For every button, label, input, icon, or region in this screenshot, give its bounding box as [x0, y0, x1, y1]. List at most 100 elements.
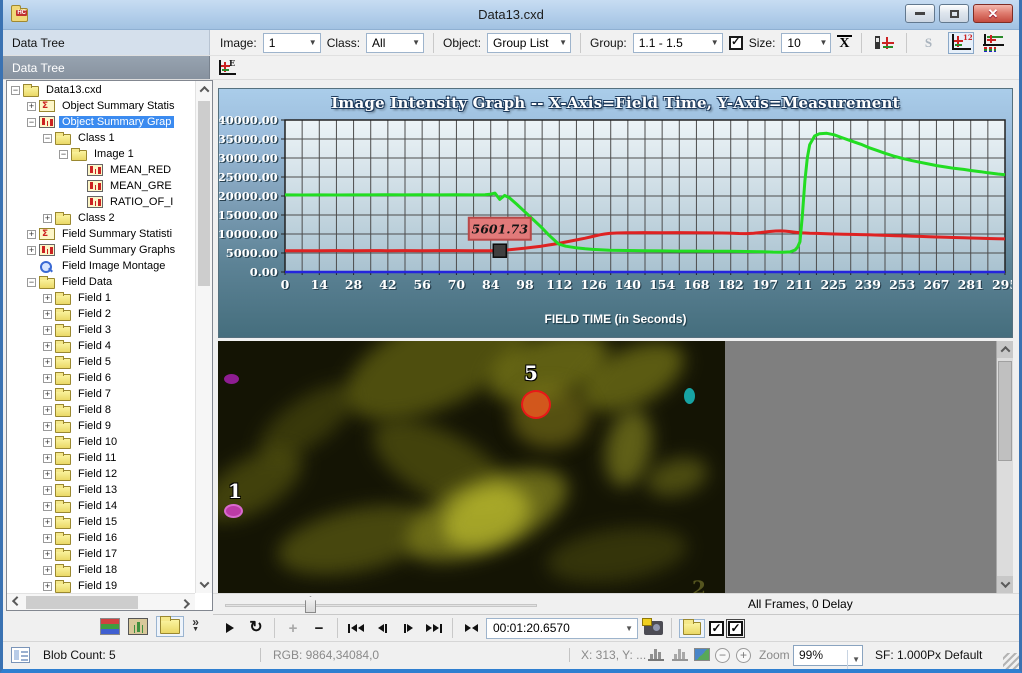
image-icon[interactable] [694, 648, 710, 661]
scroll-down-button[interactable] [997, 576, 1014, 593]
tree-item[interactable]: +Field 19 [7, 578, 195, 593]
tree-item[interactable]: −Image 1 [7, 146, 195, 162]
panel-layout-icon[interactable] [11, 647, 30, 663]
collapse-icon[interactable]: − [11, 86, 20, 95]
tree-item[interactable]: +Field 8 [7, 402, 195, 418]
overlay-checkbox[interactable]: ✓ [709, 621, 724, 636]
scrollbar-thumb[interactable] [998, 361, 1012, 461]
rgb-channels-button[interactable] [100, 618, 120, 635]
expand-icon[interactable]: + [43, 518, 52, 527]
tree-item[interactable]: +Field 5 [7, 354, 195, 370]
tree-item[interactable]: +Field 4 [7, 338, 195, 354]
expand-icon[interactable]: + [43, 406, 52, 415]
collapse-icon[interactable]: − [27, 278, 36, 287]
expand-icon[interactable]: + [43, 294, 52, 303]
scroll-down-button[interactable] [196, 576, 213, 593]
collapse-icon[interactable]: − [59, 150, 68, 159]
tree-item[interactable]: +Object Summary Statis [7, 98, 195, 114]
tree-item[interactable]: +Field 12 [7, 466, 195, 482]
image-vertical-scrollbar[interactable] [996, 341, 1013, 593]
restore-button[interactable] [939, 4, 969, 23]
capture-movie-button[interactable] [642, 617, 664, 639]
class-select[interactable]: All▼ [366, 33, 424, 53]
loop-button[interactable]: ↻ [245, 617, 267, 639]
tree-item[interactable]: +Field 17 [7, 546, 195, 562]
expand-icon[interactable]: + [43, 486, 52, 495]
collapse-icon[interactable]: − [27, 118, 36, 127]
size-checkbox[interactable]: ✓ [729, 36, 743, 50]
play-button[interactable] [219, 617, 241, 639]
size-select[interactable]: 10▼ [781, 33, 831, 53]
expand-icon[interactable]: + [43, 438, 52, 447]
tree-item[interactable]: +Field 15 [7, 514, 195, 530]
expand-icon[interactable]: + [43, 374, 52, 383]
tree-item[interactable]: +Class 2 [7, 210, 195, 226]
image-select[interactable]: 1▼ [263, 33, 321, 53]
tree-item[interactable]: Field Image Montage [7, 258, 195, 274]
blob-marker[interactable] [224, 504, 243, 518]
expand-icon[interactable]: + [27, 230, 36, 239]
expand-icon[interactable]: + [43, 326, 52, 335]
expand-icon[interactable]: + [43, 214, 52, 223]
tree-item[interactable]: +Field 2 [7, 306, 195, 322]
expand-icon[interactable]: + [43, 358, 52, 367]
tree-item[interactable]: +Field 14 [7, 498, 195, 514]
scroll-left-button[interactable] [7, 594, 24, 611]
folder-view-button[interactable] [156, 616, 184, 637]
minimize-button[interactable] [905, 4, 935, 23]
tree-item[interactable]: +Field 1 [7, 290, 195, 306]
blob-marker[interactable] [224, 374, 239, 384]
tree-horizontal-scrollbar[interactable] [7, 593, 195, 610]
close-button[interactable]: ✕ [973, 4, 1013, 23]
tree-item[interactable]: +Field 3 [7, 322, 195, 338]
tree-item[interactable]: MEAN_GRE [7, 178, 195, 194]
expand-icon[interactable]: + [27, 246, 36, 255]
expand-icon[interactable]: + [43, 470, 52, 479]
object-select[interactable]: Group List▼ [487, 33, 571, 53]
previous-frame-button[interactable] [371, 617, 393, 639]
mean-statistic-button[interactable]: X [837, 35, 851, 51]
tree-item[interactable]: +Field 16 [7, 530, 195, 546]
tree-item[interactable]: RATIO_OF_I [7, 194, 195, 210]
tree-item[interactable]: +Field 9 [7, 418, 195, 434]
statistics-button-disabled[interactable]: S [916, 32, 942, 54]
collapse-icon[interactable]: − [43, 134, 52, 143]
expand-icon[interactable]: + [43, 390, 52, 399]
multi-line-graph-button[interactable] [980, 32, 1006, 54]
graph-export-button[interactable]: E [214, 57, 240, 79]
tree-item[interactable]: +Field 7 [7, 386, 195, 402]
tree-item[interactable]: +Field 18 [7, 562, 195, 578]
expand-icon[interactable]: + [43, 566, 52, 575]
expand-icon[interactable]: + [43, 534, 52, 543]
expand-icon[interactable]: + [43, 310, 52, 319]
tree-item[interactable]: +Field 13 [7, 482, 195, 498]
next-frame-button[interactable] [397, 617, 419, 639]
fluorescence-image[interactable]: 512 [218, 341, 725, 593]
last-frame-button[interactable] [423, 617, 445, 639]
tree-item[interactable]: MEAN_RED [7, 162, 195, 178]
expand-icon[interactable]: + [43, 422, 52, 431]
expand-icon[interactable]: + [43, 502, 52, 511]
first-frame-button[interactable] [345, 617, 367, 639]
tree-item[interactable]: −Class 1 [7, 130, 195, 146]
tree-item[interactable]: +Field Summary Graphs [7, 242, 195, 258]
image-view-button[interactable] [128, 618, 148, 635]
tree-item[interactable]: +Field 10 [7, 434, 195, 450]
increase-speed-button[interactable]: + [282, 617, 304, 639]
title-bar[interactable]: Data13.cxd ✕ [3, 0, 1019, 30]
expand-icon[interactable]: + [43, 582, 52, 591]
intensity-chart[interactable]: 0.000.005000.005000.0010000.0010000.0015… [219, 115, 1013, 307]
tree-item[interactable]: −Field Data [7, 274, 195, 290]
blob-marker[interactable] [521, 390, 551, 419]
tree-item[interactable]: −Object Summary Grap [7, 114, 195, 130]
scrollbar-thumb[interactable] [26, 596, 138, 609]
graph-scale-button[interactable] [871, 32, 897, 54]
histogram-lut-icon[interactable] [672, 648, 688, 661]
zoom-out-button[interactable]: − [715, 648, 730, 663]
scrollbar-thumb[interactable] [198, 101, 210, 286]
expand-icon[interactable]: + [43, 454, 52, 463]
zoom-select[interactable]: 99%▼ [793, 645, 863, 666]
scroll-up-button[interactable] [997, 341, 1014, 358]
expand-icon[interactable]: + [27, 102, 36, 111]
blob-marker[interactable] [684, 388, 695, 404]
